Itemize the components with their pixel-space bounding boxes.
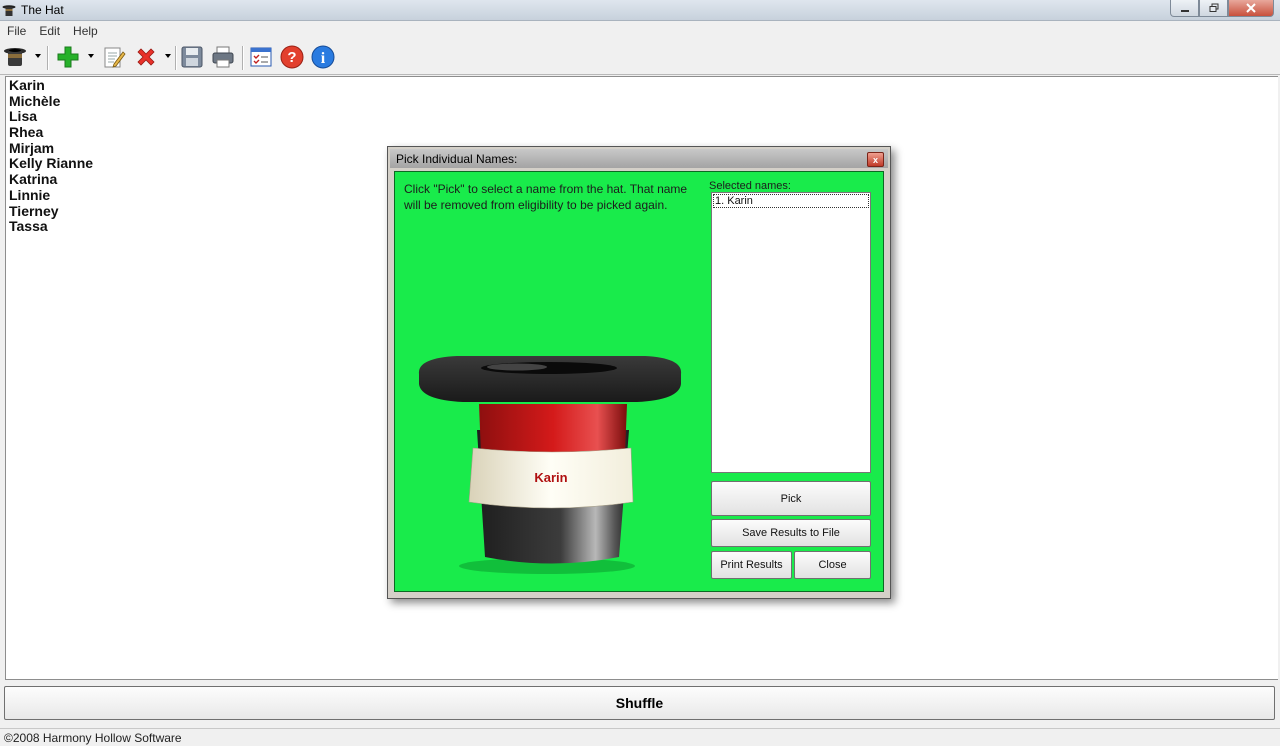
magic-hat-image: Karin: [418, 356, 682, 574]
about-button[interactable]: i: [310, 44, 336, 70]
delete-name-button[interactable]: [133, 44, 159, 70]
list-item[interactable]: Lisa: [6, 108, 1278, 125]
list-item[interactable]: Karin: [6, 77, 1278, 93]
list-item[interactable]: 1. Karin: [713, 194, 869, 208]
menu-help[interactable]: Help: [66, 21, 104, 40]
close-button[interactable]: [1228, 0, 1274, 17]
help-button[interactable]: ?: [279, 44, 305, 70]
menu-file[interactable]: File: [0, 21, 32, 40]
title-bar: The Hat: [0, 0, 1280, 21]
minimize-button[interactable]: [1170, 0, 1199, 17]
svg-text:?: ?: [287, 49, 296, 66]
hat-name-label: Karin: [534, 470, 567, 485]
copyright-text: ©2008 Harmony Hollow Software: [4, 731, 182, 745]
dialog-body: Click "Pick" to select a name from the h…: [394, 171, 884, 592]
toolbar-separator: [242, 46, 244, 70]
save-button[interactable]: [179, 44, 205, 70]
print-icon: [212, 46, 234, 68]
menu-bar: File Edit Help: [0, 21, 1280, 40]
delete-icon: [137, 48, 155, 66]
pick-names-dialog: Pick Individual Names: x Click "Pick" to…: [387, 146, 891, 599]
dialog-title-bar[interactable]: Pick Individual Names: x: [390, 149, 888, 168]
hat-icon: [4, 48, 26, 66]
delete-dropdown-arrow-icon[interactable]: [165, 54, 171, 58]
shuffle-button[interactable]: Shuffle: [4, 686, 1275, 720]
toolbar-separator: [175, 46, 177, 70]
hat-dropdown-arrow-icon[interactable]: [35, 54, 41, 58]
pick-names-button[interactable]: [248, 44, 274, 70]
minimize-icon: [1180, 10, 1189, 12]
hat-menu-button[interactable]: [2, 44, 28, 70]
add-dropdown-arrow-icon[interactable]: [88, 54, 94, 58]
window-controls: [1170, 0, 1274, 18]
add-icon: [57, 46, 79, 68]
toolbar-separator: [47, 46, 49, 70]
save-results-button[interactable]: Save Results to File: [711, 519, 871, 547]
edit-name-button[interactable]: [101, 44, 127, 70]
print-results-button[interactable]: Print Results: [711, 551, 792, 579]
instructions-text: Click "Pick" to select a name from the h…: [404, 182, 688, 212]
close-icon: [1246, 3, 1256, 13]
restore-icon: [1209, 3, 1218, 12]
dialog-title: Pick Individual Names:: [396, 152, 518, 166]
close-icon: x: [872, 154, 878, 165]
checklist-icon: [250, 47, 272, 67]
dialog-close-text-button[interactable]: Close: [794, 551, 871, 579]
list-item[interactable]: Rhea: [6, 124, 1278, 140]
help-icon: ?: [280, 45, 304, 69]
edit-icon: [104, 47, 126, 68]
pick-button[interactable]: Pick: [711, 481, 871, 516]
selected-names-label: Selected names:: [709, 180, 791, 192]
toolbar: ? i: [0, 40, 1280, 75]
status-bar: ©2008 Harmony Hollow Software: [0, 728, 1280, 746]
hat-icon: [2, 5, 16, 16]
add-name-button[interactable]: [55, 44, 81, 70]
list-item[interactable]: Michèle: [6, 93, 1278, 109]
menu-edit[interactable]: Edit: [32, 21, 66, 40]
svg-text:i: i: [321, 50, 326, 67]
dialog-close-button[interactable]: x: [867, 152, 884, 167]
save-icon: [181, 46, 203, 68]
window-title: The Hat: [21, 3, 64, 17]
restore-button[interactable]: [1199, 0, 1228, 17]
print-button[interactable]: [210, 44, 236, 70]
selected-names-list[interactable]: 1. Karin: [711, 192, 871, 473]
info-icon: i: [311, 45, 335, 69]
